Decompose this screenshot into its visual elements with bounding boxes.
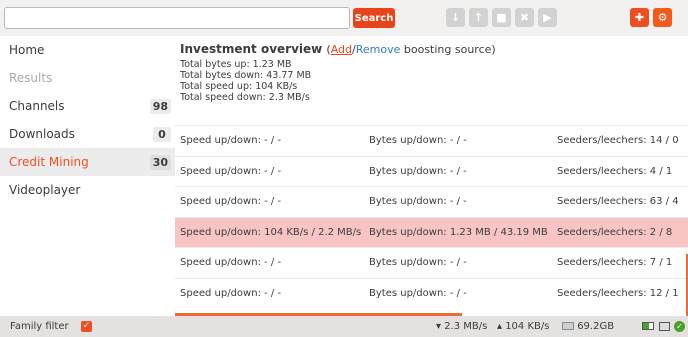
search-button[interactable]: Search	[353, 8, 395, 28]
speed-cell: Speed up/down: - / -	[180, 135, 282, 146]
sidebar-item-label: Credit Mining	[9, 155, 89, 169]
seeders-cell: Seeders/leechers: 4 / 1	[557, 165, 673, 177]
monitor-icon	[659, 321, 670, 331]
total-bytes-down: Total bytes down: 43.77 MB	[180, 70, 312, 81]
main-panel: Investment overview (Add/Remove boosting…	[175, 36, 688, 316]
download-icon[interactable]: ↓	[446, 8, 465, 27]
bytes-cell: Bytes up/down: - / -	[369, 257, 467, 268]
seeders-cell: Seeders/leechers: 2 / 8	[557, 226, 673, 238]
total-bytes-up: Total bytes up: 1.23 MB	[180, 59, 292, 70]
total-speed-down: Total speed down: 2.3 MB/s	[180, 92, 310, 103]
free-space-indicator: 69.2GB	[562, 316, 614, 337]
mining-source-list: Speed up/down: - / - Bytes up/down: - / …	[175, 125, 688, 308]
downloads-count-badge: 0	[153, 127, 171, 142]
sidebar: Home Results Channels 98 Downloads 0 Credi…	[0, 36, 175, 316]
speed-cell: Speed up/down: - / -	[180, 257, 282, 268]
remove-source-link[interactable]: Remove	[356, 43, 401, 56]
credit-mining-count-badge: 30	[149, 155, 171, 170]
channels-count-badge: 98	[149, 99, 171, 114]
connection-indicator: ✓	[674, 316, 685, 337]
list-item[interactable]: Speed up/down: - / - Bytes up/down: - / …	[175, 277, 688, 309]
free-space: 69.2GB	[577, 321, 615, 332]
add-icon[interactable]: ✚	[630, 8, 649, 27]
bytes-cell: Bytes up/down: - / -	[369, 196, 467, 207]
seeders-cell: Seeders/leechers: 63 / 4	[557, 196, 679, 207]
battery-indicator	[642, 316, 654, 337]
sidebar-item-home[interactable]: Home	[0, 36, 175, 64]
stop-icon[interactable]: ■	[492, 8, 511, 27]
check-icon: ✓	[674, 320, 685, 332]
sidebar-item-label: Downloads	[9, 127, 75, 141]
bytes-cell: Bytes up/down: 1.23 MB / 43.19 MB	[369, 226, 548, 238]
sidebar-item-label: Results	[9, 71, 53, 85]
download-speed: ▾ 2.3 MB/s	[436, 321, 488, 332]
seeders-cell: Seeders/leechers: 14 / 0	[557, 135, 679, 146]
investment-overview: Investment overview (Add/Remove boosting…	[175, 36, 688, 125]
seeders-cell: Seeders/leechers: 12 / 1	[557, 287, 679, 299]
sidebar-item-label: Home	[9, 43, 45, 57]
overview-stats: Total bytes up: 1.23 MB Total bytes down…	[180, 59, 683, 103]
upload-icon[interactable]: ↑	[469, 8, 488, 27]
speed-cell: Speed up/down: - / -	[180, 165, 282, 177]
list-item[interactable]: Speed up/down: - / - Bytes up/down: - / …	[175, 155, 688, 187]
page-title: Investment overview	[180, 42, 323, 56]
battery-icon	[642, 322, 654, 330]
total-speed-up: Total speed up: 104 KB/s	[180, 81, 298, 92]
sidebar-item-videoplayer[interactable]: Videoplayer	[0, 176, 175, 204]
upload-speed: ▴ 104 KB/s	[497, 321, 550, 332]
speed-cell: Speed up/down: - / -	[180, 287, 282, 299]
monitor-indicator	[659, 316, 670, 337]
list-item[interactable]: Speed up/down: - / - Bytes up/down: - / …	[175, 125, 688, 156]
toolbar: Search ↓ ↑ ■ ✖ ▶ ✚ ⚙	[0, 0, 688, 36]
speed-cell: Speed up/down: 104 KB/s / 2.2 MB/s	[180, 226, 362, 238]
sidebar-item-downloads[interactable]: Downloads 0	[0, 120, 175, 148]
family-filter-checkbox[interactable]: ✓	[81, 321, 92, 332]
overview-title-line: Investment overview (Add/Remove boosting…	[180, 42, 683, 56]
list-item[interactable]: Speed up/down: - / - Bytes up/down: - / …	[175, 247, 688, 278]
disk-icon	[562, 322, 574, 330]
remove-icon[interactable]: ✖	[515, 8, 534, 27]
sidebar-item-label: Videoplayer	[9, 183, 81, 197]
seeders-cell: Seeders/leechers: 7 / 1	[557, 257, 673, 268]
list-item[interactable]: Speed up/down: 104 KB/s / 2.2 MB/s Bytes…	[175, 216, 688, 247]
family-filter-label: Family filter	[10, 321, 69, 332]
sidebar-item-credit-mining[interactable]: Credit Mining 30	[0, 148, 175, 176]
bytes-cell: Bytes up/down: - / -	[369, 135, 467, 146]
sidebar-item-results[interactable]: Results	[0, 64, 175, 92]
speed-cell: Speed up/down: - / -	[180, 196, 282, 207]
list-item[interactable]: Speed up/down: - / - Bytes up/down: - / …	[175, 186, 688, 217]
sidebar-item-label: Channels	[9, 99, 65, 113]
title-rest: boosting source)	[400, 43, 496, 56]
bytes-cell: Bytes up/down: - / -	[369, 287, 467, 299]
sidebar-item-channels[interactable]: Channels 98	[0, 92, 175, 120]
search-input[interactable]	[4, 7, 350, 29]
add-source-link[interactable]: Add	[331, 43, 352, 56]
status-bar: Family filter ✓ ▾ 2.3 MB/s ▴ 104 KB/s 69…	[0, 316, 688, 337]
gear-icon[interactable]: ⚙	[653, 8, 672, 27]
bytes-cell: Bytes up/down: - / -	[369, 165, 467, 177]
play-icon[interactable]: ▶	[538, 8, 557, 27]
